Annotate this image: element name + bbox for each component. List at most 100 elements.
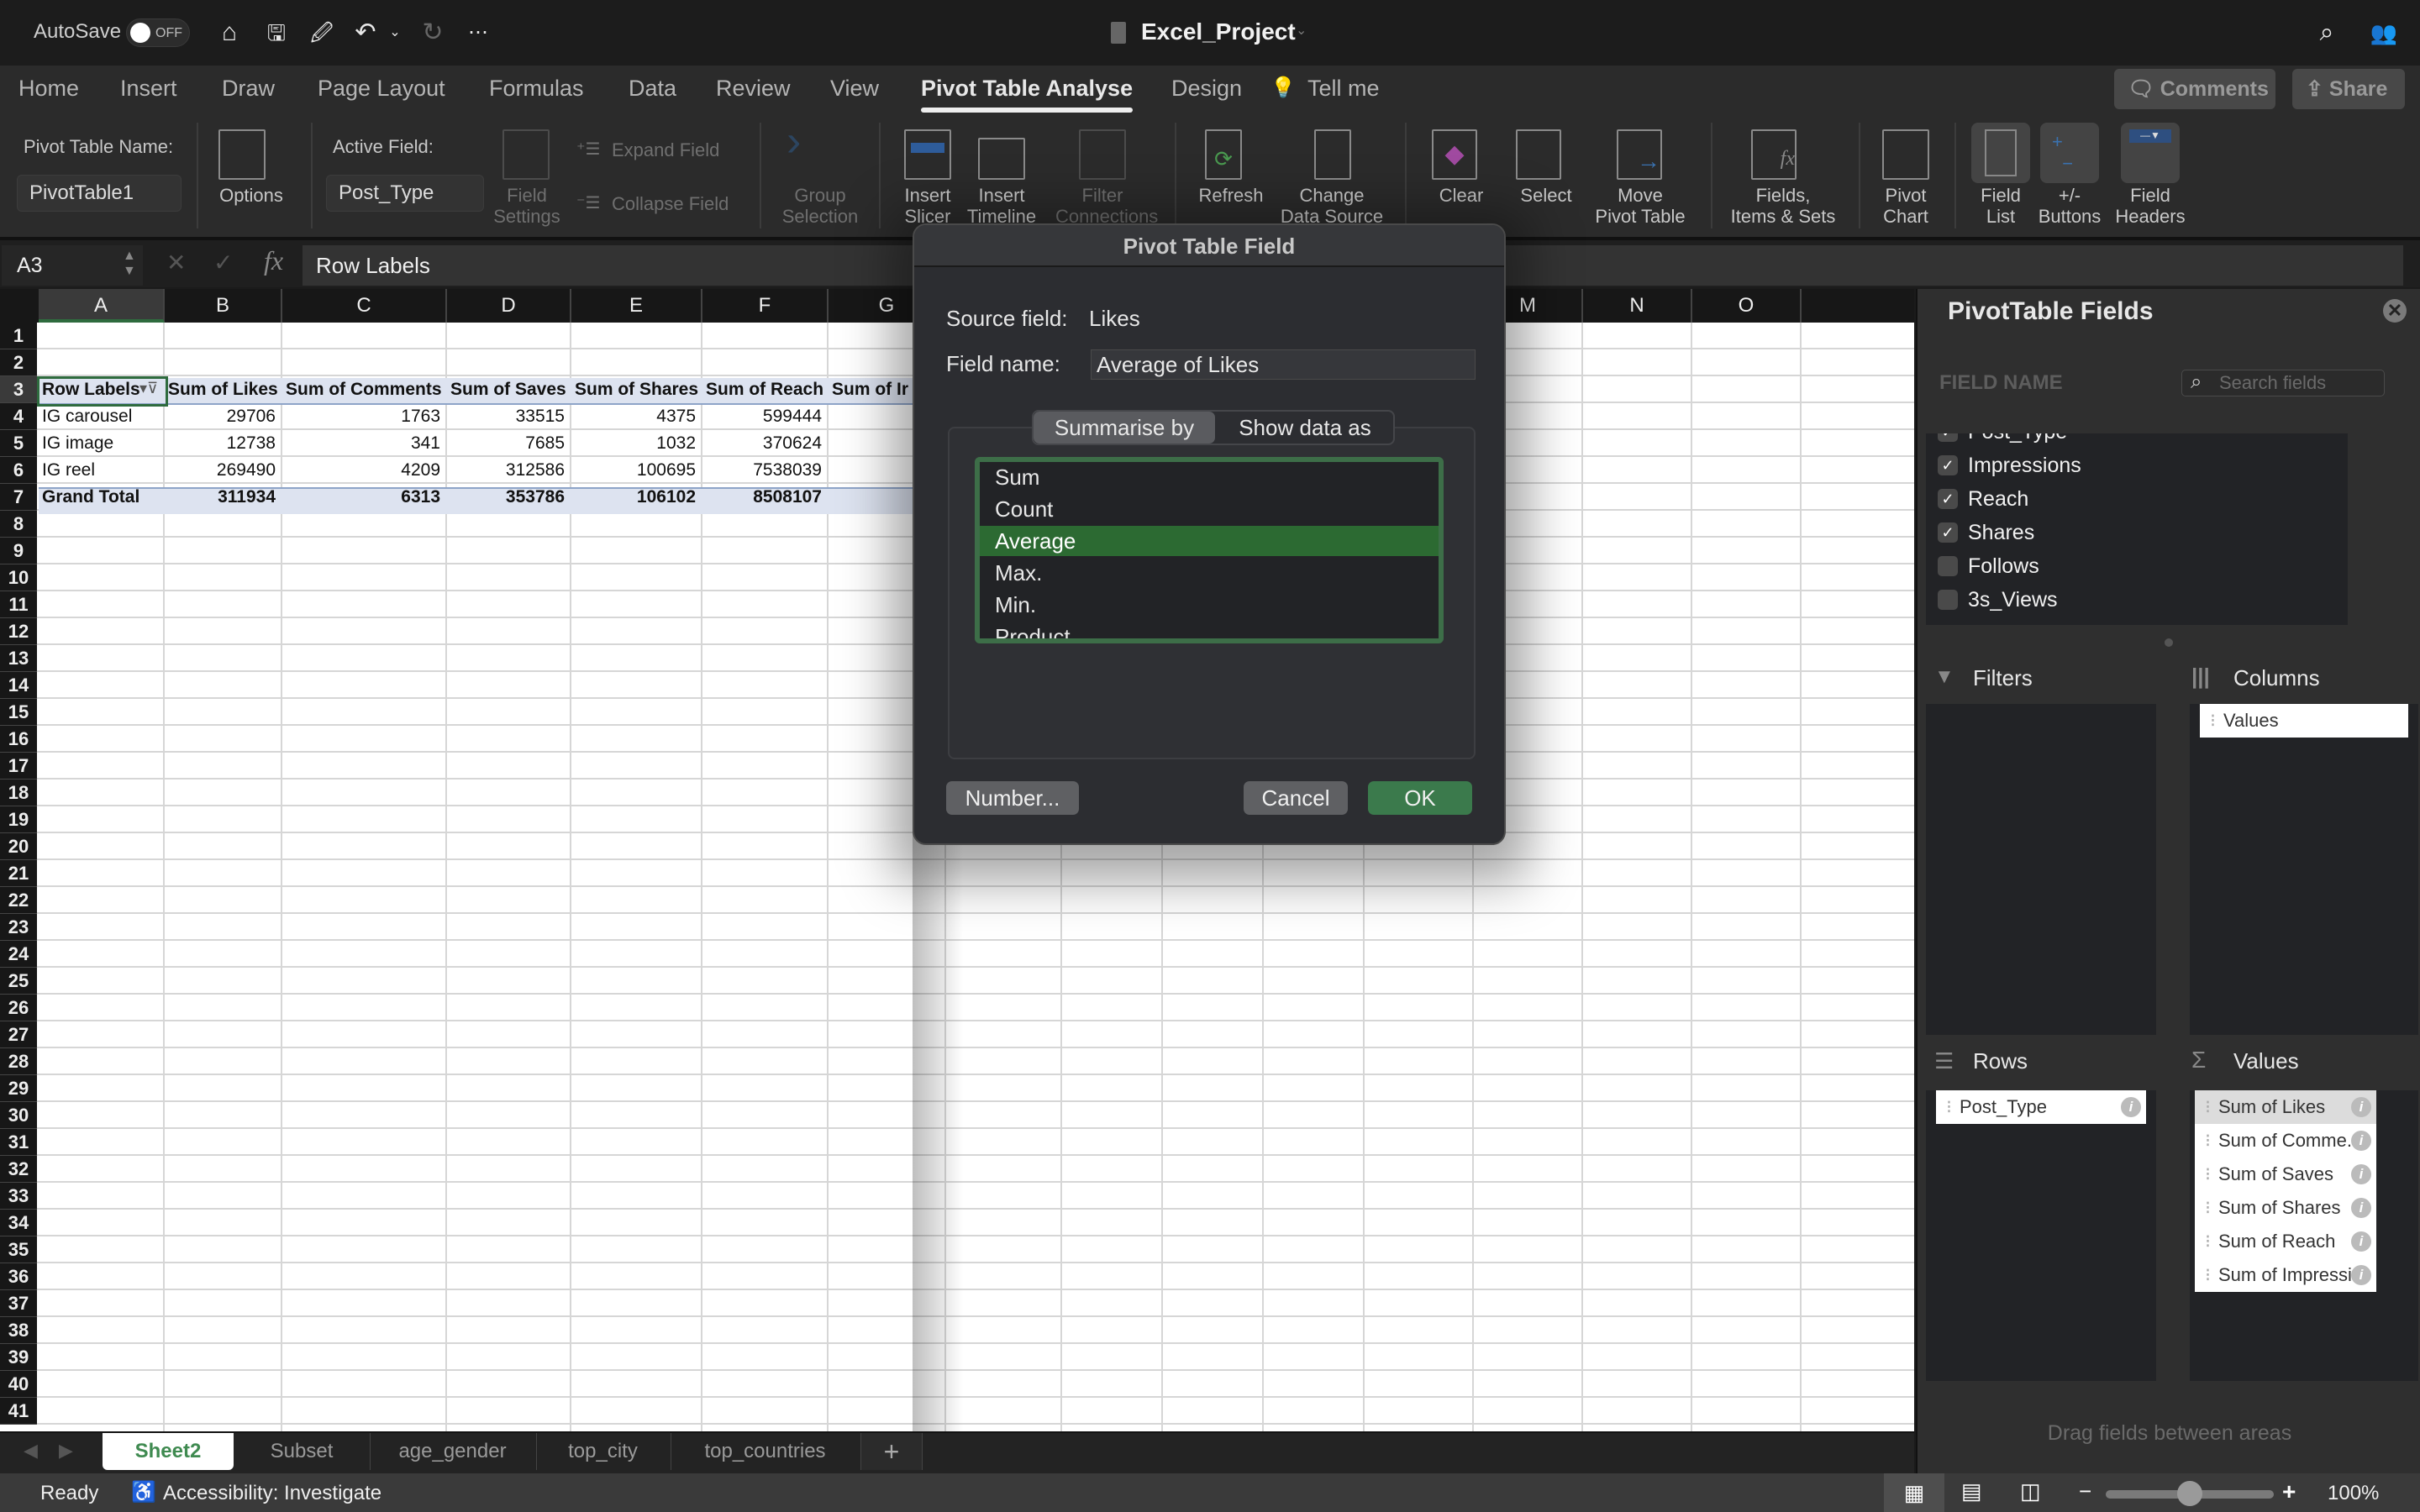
function-option-count[interactable]: Count [980,494,1439,524]
zoom-level[interactable]: 100% [2328,1482,2379,1505]
tab-review[interactable]: Review [716,76,791,102]
home-icon[interactable]: ⌂ [215,18,244,47]
row-header-11[interactable]: 11 [0,591,37,618]
page-break-view-icon[interactable]: ◫ [2020,1478,2041,1504]
accessibility-icon[interactable]: ♿ [131,1480,156,1504]
info-icon[interactable]: i [2351,1231,2371,1252]
checkbox-checked[interactable]: ✓ [1938,522,1958,543]
row-labels-header[interactable]: Row Labels [42,376,143,403]
checkbox-checked[interactable]: ✓ [1938,455,1958,475]
row-header-15[interactable]: 15 [0,699,37,726]
save-as-icon[interactable]: 🖉 [308,18,336,47]
columns-pill-values[interactable]: ⁝ Values [2200,704,2408,738]
checkbox-checked[interactable]: ✓ [1938,433,1958,442]
pivot-value-cell[interactable]: 4209 [282,457,440,484]
undo-icon[interactable]: ↶ [351,18,380,47]
pivot-value-cell[interactable]: 7538039 [702,457,822,484]
tab-tell-me[interactable]: Tell me [1307,76,1380,102]
row-header-30[interactable]: 30 [0,1102,37,1129]
next-sheet-icon[interactable]: ▶ [59,1440,73,1462]
grand-total-cell[interactable]: 353786 [447,484,565,511]
values-pill[interactable]: ⁝ Sum of Saves i [2195,1158,2376,1191]
column-header-B[interactable]: B [165,289,282,323]
info-icon[interactable]: i [2351,1097,2371,1117]
add-sheet-button[interactable]: + [860,1433,923,1470]
row-header-1[interactable]: 1 [0,323,37,349]
pivot-value-cell[interactable]: 100695 [571,457,696,484]
tab-data[interactable]: Data [629,76,676,102]
row-header-14[interactable]: 14 [0,672,37,699]
grand-total-label[interactable]: Grand Total [42,484,165,511]
pivot-value-cell[interactable]: 599444 [702,403,822,430]
search-fields-input[interactable]: ⌕ Search fields [2181,370,2385,396]
share-button[interactable]: ⇪ Share [2292,69,2405,109]
tab-show-data-as[interactable]: Show data as [1215,412,1395,444]
name-box-stepper-icon[interactable]: ▲ ▼ [123,249,136,279]
row-header-6[interactable]: 6 [0,457,37,484]
columns-area[interactable]: ⁝ Values [2190,704,2418,1035]
active-field-input[interactable]: Post_Type [326,175,484,212]
function-option-max[interactable]: Max. [980,558,1439,588]
pivot-value-cell[interactable]: 1032 [571,430,696,457]
title-chevron-icon[interactable]: ⌄ [1296,22,1307,39]
checkbox-checked[interactable]: ✓ [1938,489,1958,509]
row-header-24[interactable]: 24 [0,941,37,968]
row-header-27[interactable]: 27 [0,1021,37,1048]
checkbox-unchecked[interactable] [1938,556,1958,576]
row-header-32[interactable]: 32 [0,1156,37,1183]
tab-view[interactable]: View [830,76,879,102]
row-header-34[interactable]: 34 [0,1210,37,1236]
tab-insert[interactable]: Insert [120,76,177,102]
row-header-29[interactable]: 29 [0,1075,37,1102]
prev-sheet-icon[interactable]: ◀ [24,1440,38,1462]
row-header-18[interactable]: 18 [0,780,37,806]
pivot-value-cell[interactable]: 1763 [282,403,440,430]
row-header-39[interactable]: 39 [0,1344,37,1371]
row-header-21[interactable]: 21 [0,860,37,887]
tab-formulas[interactable]: Formulas [489,76,584,102]
row-header-5[interactable]: 5 [0,430,37,457]
sheet-tab-top-countries[interactable]: top_countries [671,1433,859,1470]
row-header-17[interactable]: 17 [0,753,37,780]
sheet-tab-sheet2[interactable]: Sheet2 [103,1433,234,1470]
values-area[interactable]: ⁝ Sum of Likes i ⁝ Sum of Comme... i ⁝ Sum of S… [2190,1090,2418,1381]
grand-total-cell[interactable]: 6313 [282,484,440,511]
pivot-column-header[interactable]: Sum of Shares [575,376,702,403]
row-header-28[interactable]: 28 [0,1048,37,1075]
close-panel-button[interactable]: ✕ [2383,299,2407,323]
values-pill[interactable]: ⁝ Sum of Impressi... i [2195,1258,2376,1292]
save-icon[interactable]: 🖫 [262,18,291,47]
comments-button[interactable]: 🗨 Comments [2114,69,2275,109]
row-labels-filter-icon[interactable]: ▾⊽ [139,380,158,397]
pivot-value-cell[interactable]: 33515 [447,403,565,430]
accessibility-status[interactable]: Accessibility: Investigate [163,1482,381,1505]
more-icon[interactable]: ⋯ [464,18,492,47]
collaborate-icon[interactable]: 👥 [2370,18,2398,47]
pivot-row-label[interactable]: IG carousel [42,403,165,430]
column-header-F[interactable]: F [702,289,829,323]
row-header-13[interactable]: 13 [0,645,37,672]
normal-view-button[interactable]: ▦ [1884,1473,1944,1512]
pivot-value-cell[interactable]: 269490 [165,457,276,484]
row-header-16[interactable]: 16 [0,726,37,753]
tab-pivot-table-analyse[interactable]: Pivot Table Analyse [921,76,1133,102]
pivot-value-cell[interactable]: 370624 [702,430,822,457]
row-header-38[interactable]: 38 [0,1317,37,1344]
undo-dropdown-icon[interactable]: ⌄ [387,18,403,47]
pivot-row-label[interactable]: IG reel [42,457,165,484]
grand-total-cell[interactable]: 311934 [165,484,276,511]
confirm-entry-icon[interactable]: ✓ [213,249,233,276]
zoom-out-button[interactable]: − [2079,1478,2091,1504]
tab-design[interactable]: Design [1171,76,1242,102]
splitter-handle[interactable] [2165,638,2173,647]
pivot-value-cell[interactable]: 7685 [447,430,565,457]
pivot-value-cell[interactable]: 312586 [447,457,565,484]
search-icon[interactable]: ⌕ [2312,18,2341,47]
pivot-column-header[interactable]: Sum of Reach [706,376,829,403]
tab-page-layout[interactable]: Page Layout [318,76,445,102]
info-icon[interactable]: i [2351,1131,2371,1151]
row-header-37[interactable]: 37 [0,1290,37,1317]
pivot-value-cell[interactable]: 341 [282,430,440,457]
column-header-A[interactable]: A [39,289,165,323]
field-name-input[interactable]: Average of Likes [1091,349,1476,380]
